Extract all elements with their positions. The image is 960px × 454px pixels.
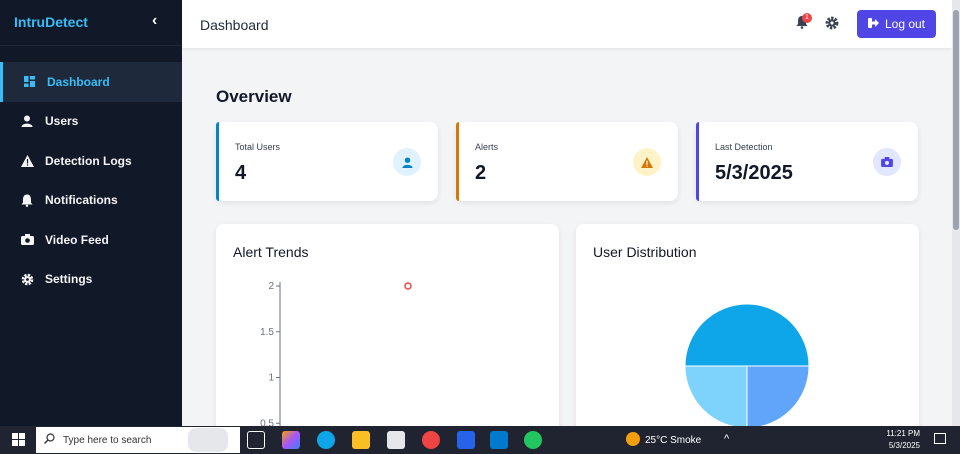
gear-icon[interactable]	[825, 16, 839, 35]
windows-start-icon[interactable]	[12, 433, 25, 451]
chevron-left-icon[interactable]: ‹	[152, 12, 157, 30]
chevron-up-icon[interactable]: ^	[724, 433, 729, 445]
store-icon[interactable]	[387, 431, 405, 449]
logout-label: Log out	[884, 17, 926, 31]
notification-badge: 1	[802, 13, 812, 23]
sidebar-item-detection-logs[interactable]: Detection Logs	[0, 141, 182, 181]
card-value: 5/3/2025	[715, 162, 793, 184]
task-view-icon[interactable]	[247, 431, 265, 449]
clock-date[interactable]: 5/3/2025	[880, 441, 920, 450]
pie-slice[interactable]	[746, 365, 810, 429]
alert-trends-chart: 21.510.5	[260, 281, 412, 434]
gear-icon	[20, 272, 34, 286]
card-accent	[456, 122, 459, 201]
data-point[interactable]	[404, 282, 412, 290]
edge-icon[interactable]	[317, 431, 335, 449]
last-detection-card: Last Detection 5/3/2025	[696, 122, 918, 201]
card-accent	[696, 122, 699, 201]
clock-time[interactable]: 11:21 PM	[880, 429, 920, 438]
pie-slice[interactable]	[684, 365, 748, 429]
whatsapp-icon[interactable]	[524, 431, 542, 449]
sidebar-item-video-feed[interactable]: Video Feed	[0, 220, 182, 260]
y-tick-label: 1.5	[260, 327, 274, 338]
sidebar-item-label: Notifications	[45, 193, 118, 208]
sidebar-item-label: Video Feed	[45, 232, 109, 247]
card-value: 2	[475, 162, 487, 184]
sidebar-item-dashboard[interactable]: Dashboard	[0, 62, 182, 102]
sidebar-item-label: Users	[45, 114, 79, 129]
total-users-card: Total Users 4	[216, 122, 438, 201]
card-value: 4	[235, 162, 247, 184]
camera-icon	[20, 233, 34, 247]
user-icon	[20, 114, 34, 128]
copilot-icon[interactable]	[282, 431, 300, 449]
warning-icon	[633, 148, 661, 176]
page-title: Dashboard	[200, 17, 269, 33]
taskbar-search-input[interactable]: Type here to search	[36, 427, 240, 453]
pie-slice[interactable]	[684, 303, 810, 367]
koala-search-highlight-icon	[188, 428, 228, 452]
sidebar-divider	[0, 45, 182, 46]
weather-text[interactable]: 25°C Smoke	[645, 435, 701, 446]
sidebar-item-notifications[interactable]: Notifications	[0, 181, 182, 221]
sidebar-item-label: Detection Logs	[45, 153, 132, 168]
overview-title: Overview	[216, 87, 292, 106]
y-tick-label: 1	[268, 373, 274, 384]
outlook-icon[interactable]	[457, 431, 475, 449]
card-label: Last Detection	[715, 142, 773, 152]
logout-button[interactable]: Log out	[857, 10, 936, 38]
logout-icon	[867, 17, 879, 31]
card-label: Alerts	[475, 142, 499, 152]
sidebar-item-users[interactable]: Users	[0, 102, 182, 142]
sidebar-item-label: Settings	[45, 272, 93, 287]
header: Dashboard 1 Log out	[182, 0, 952, 48]
user-icon	[393, 148, 421, 176]
user-distribution-chart	[684, 303, 810, 429]
sidebar-item-label: Dashboard	[47, 74, 110, 89]
sidebar-item-settings[interactable]: Settings	[0, 260, 182, 300]
search-icon	[44, 433, 55, 447]
card-accent	[216, 122, 219, 201]
alert-trends-panel: Alert Trends 2 1.5 1 0.5	[216, 224, 559, 434]
vscode-icon[interactable]	[490, 431, 508, 449]
user-distribution-panel: User Distribution	[576, 224, 919, 434]
camera-icon	[873, 148, 901, 176]
sidebar-nav: Dashboard Users Detection Logs Notificat…	[0, 62, 182, 299]
bell-icon	[20, 193, 34, 207]
y-tick-label: 2	[268, 281, 274, 292]
sidebar: IntruDetect ‹ Dashboard Users Detection …	[0, 0, 182, 426]
card-label: Total Users	[235, 142, 281, 152]
page-scrollbar[interactable]	[952, 0, 960, 426]
dashboard-icon	[22, 75, 36, 89]
warning-icon	[20, 154, 34, 168]
brand-logo[interactable]: IntruDetect	[14, 14, 88, 30]
search-placeholder: Type here to search	[63, 434, 152, 446]
weather-icon	[626, 432, 640, 446]
file-explorer-icon[interactable]	[352, 431, 370, 449]
notification-center-icon[interactable]	[934, 433, 946, 444]
scrollbar-thumb[interactable]	[953, 10, 959, 230]
chrome-icon[interactable]	[422, 431, 440, 449]
alerts-card: Alerts 2	[456, 122, 678, 201]
